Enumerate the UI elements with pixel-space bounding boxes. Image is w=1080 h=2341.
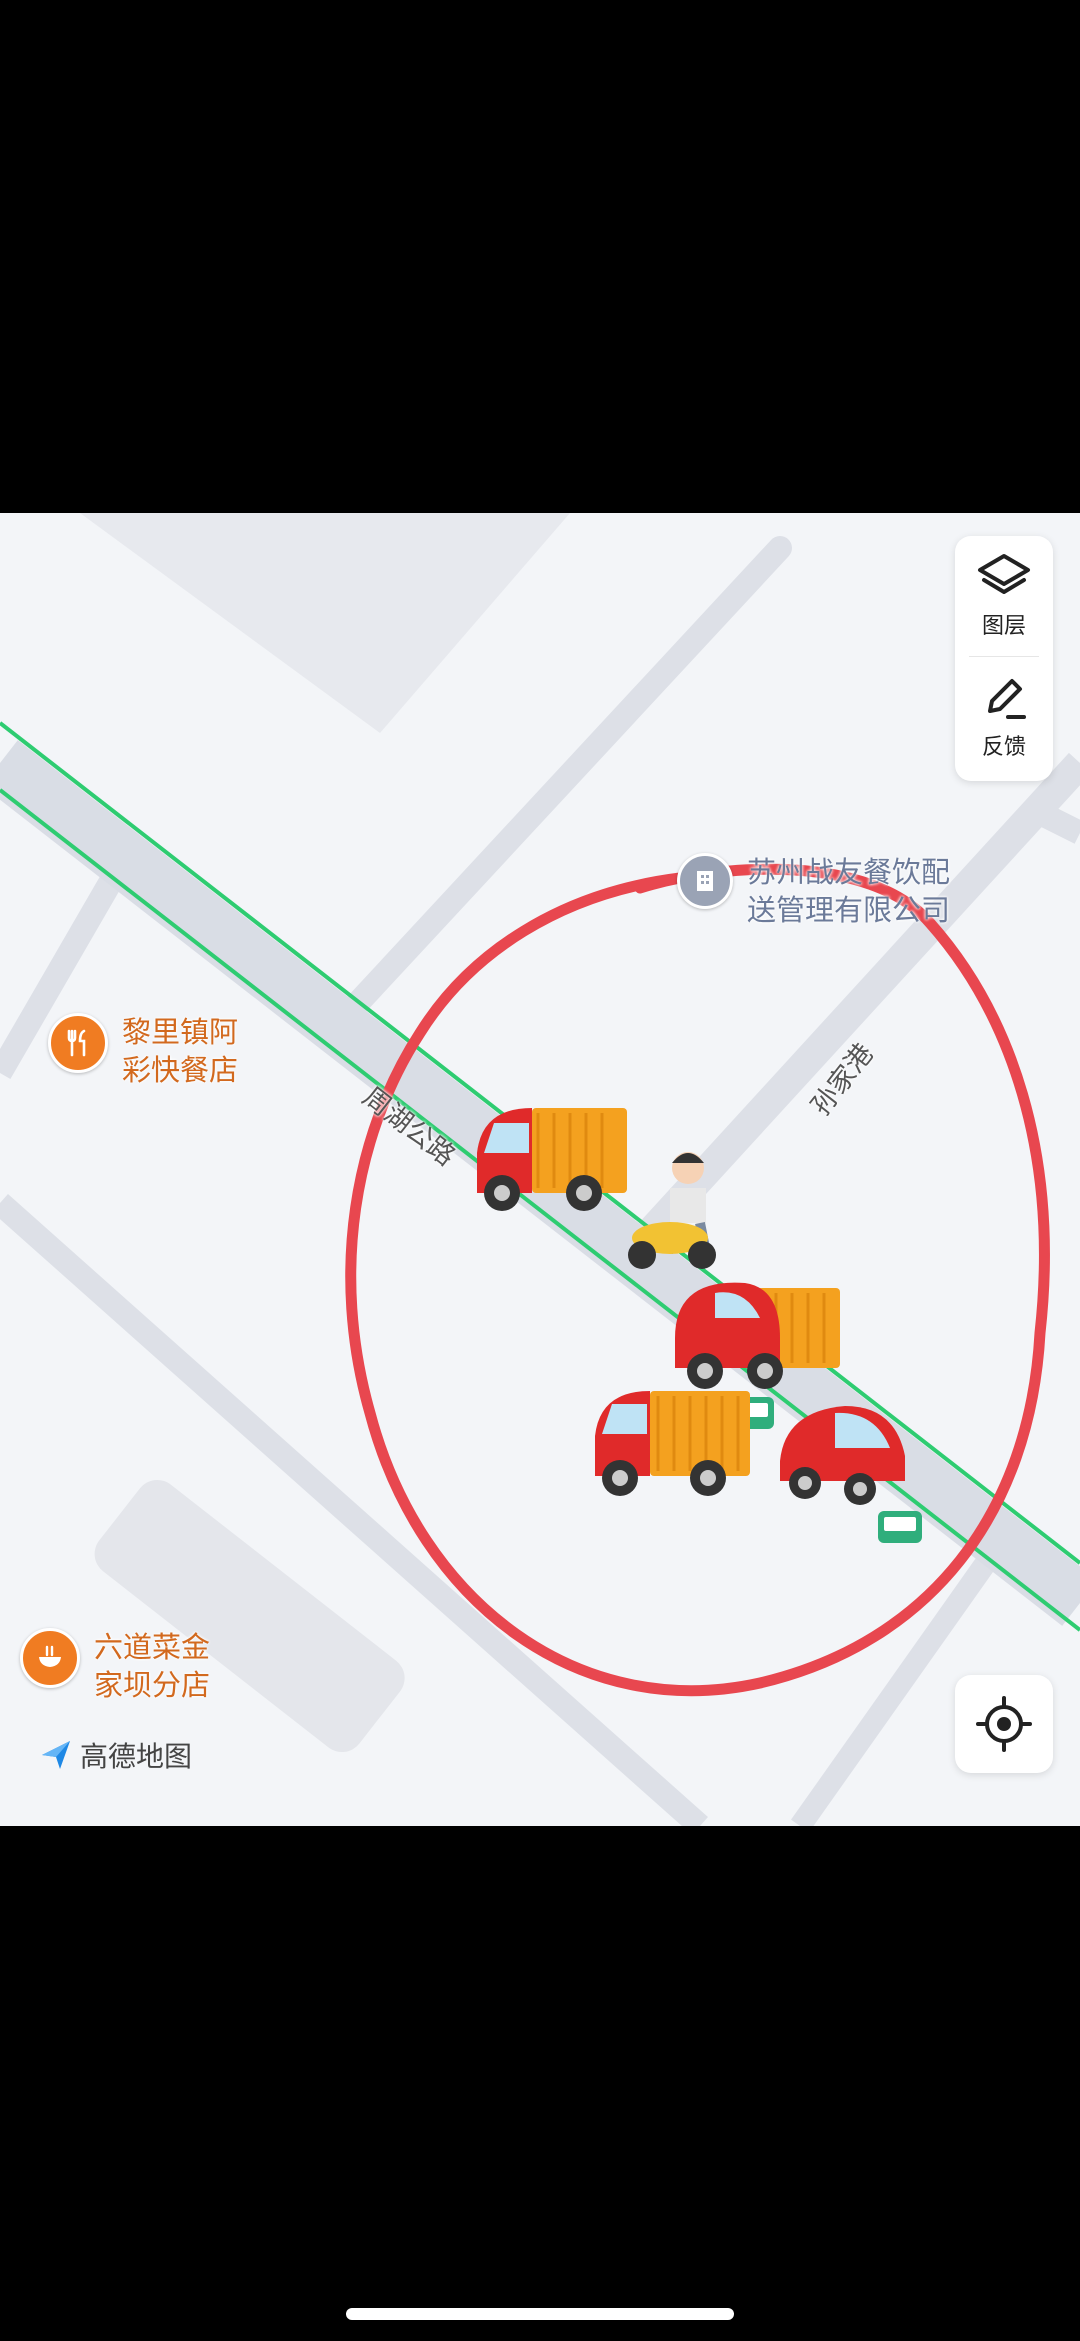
layers-label: 图层 xyxy=(981,614,1026,639)
map-controls-panel: 图层 反馈 xyxy=(955,536,1053,781)
poi-label: 六道菜金 家坝分店 xyxy=(94,1630,211,1702)
building-block xyxy=(80,513,570,733)
feedback-button[interactable]: 反馈 xyxy=(955,657,1053,777)
provider-logo: 高德地图 xyxy=(38,1735,192,1775)
provider-logo-text: 高德地图 xyxy=(80,1740,193,1773)
noodle-bowl-icon xyxy=(20,1628,80,1688)
restaurant-icon xyxy=(48,1013,108,1073)
red-car-icon xyxy=(780,1406,905,1505)
feedback-pencil-icon xyxy=(988,679,1026,719)
poi-noodle-shop[interactable]: 六道菜金 家坝分店 xyxy=(20,1628,210,1704)
layers-button[interactable]: 图层 xyxy=(955,536,1053,656)
poi-label: 黎里镇阿 彩快餐店 xyxy=(122,1015,239,1087)
locate-crosshair-icon xyxy=(976,1696,1032,1752)
truck-icon xyxy=(477,1108,627,1211)
poi-company[interactable]: 苏州战友餐饮配 送管理有限公司 xyxy=(677,853,950,929)
poi-label: 苏州战友餐饮配 送管理有限公司 xyxy=(747,855,951,927)
layers-icon xyxy=(978,554,1030,594)
feedback-label: 反馈 xyxy=(981,735,1026,760)
locate-button[interactable] xyxy=(955,1675,1053,1773)
map-view[interactable]: 周湖公路 孙家港 黎里镇阿 彩快餐店 六道菜金 家坝分店 苏州战友餐饮配 送管理… xyxy=(0,513,1080,1826)
poi-restaurant[interactable]: 黎里镇阿 彩快餐店 xyxy=(48,1013,238,1089)
home-indicator[interactable] xyxy=(346,2308,734,2320)
company-icon xyxy=(677,853,733,909)
amap-logo-icon xyxy=(42,1741,70,1769)
scooter-rider-icon xyxy=(628,1152,716,1269)
truck-icon xyxy=(595,1391,750,1496)
minor-road xyxy=(1034,802,1080,844)
